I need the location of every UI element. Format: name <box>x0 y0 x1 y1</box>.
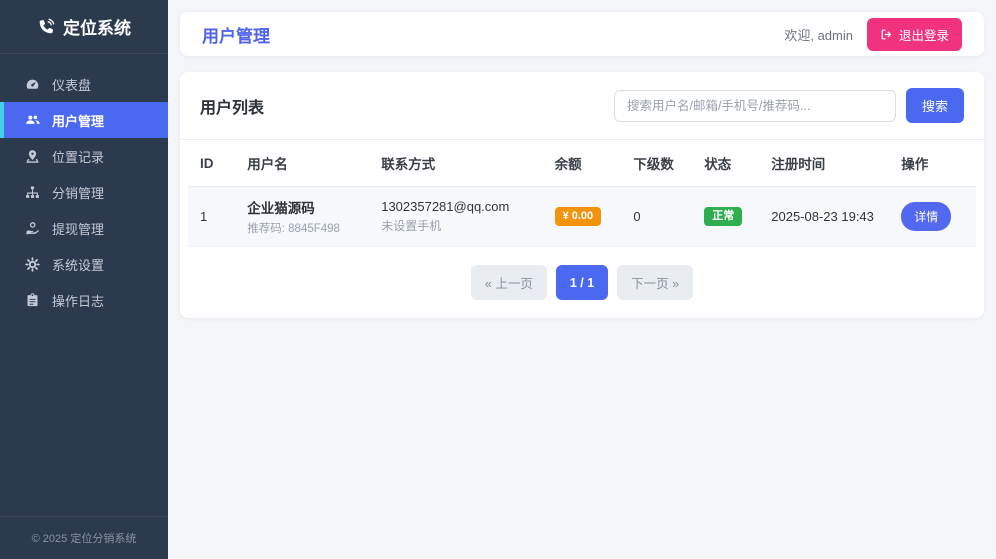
welcome-text: 欢迎, admin <box>784 27 853 43</box>
sidebar-item-label: 位置记录 <box>52 149 105 165</box>
map-marker-icon <box>26 149 39 163</box>
column-header-status: 状态 <box>692 140 760 187</box>
sidebar-item-label: 系统设置 <box>52 257 105 273</box>
cell-actions: 详情 <box>889 187 976 247</box>
gear-icon <box>25 256 40 272</box>
phone-text: 未设置手机 <box>381 219 442 233</box>
top-bar: 用户管理 欢迎, admin 退出登录 <box>180 12 984 56</box>
current-page-indicator[interactable]: 1 / 1 <box>555 265 609 300</box>
next-page-button[interactable]: 下一页 » <box>617 265 694 300</box>
column-header-subordinates: 下级数 <box>621 140 693 187</box>
cell-username: 企业猫源码 推荐码: 8845F498 <box>235 187 369 247</box>
pagination: « 上一页 1 / 1 下一页 » <box>180 265 984 300</box>
cell-status: 正常 <box>692 187 759 247</box>
hand-holding-money-icon <box>26 221 39 234</box>
topbar-right: 欢迎, admin 退出登录 <box>784 17 962 51</box>
sitemap-icon <box>26 186 39 198</box>
sidebar-item-distribution[interactable]: 分销管理 <box>0 174 168 210</box>
cell-subordinates: 0 <box>633 209 641 224</box>
status-badge: 正常 <box>704 207 743 226</box>
page-title: 用户管理 <box>202 26 270 46</box>
cell-contact: 1302357281@qq.com 未设置手机 <box>369 187 542 247</box>
sidebar-item-logs[interactable]: 操作日志 <box>0 282 168 318</box>
cell-registered: 2025-08-23 19:43 <box>771 209 874 224</box>
balance-badge: ¥ 0.00 <box>554 207 602 226</box>
search-group: 搜索 <box>613 88 964 123</box>
tachometer-icon <box>26 79 39 89</box>
column-header-id: ID <box>188 140 236 187</box>
cell-balance: ¥ 0.00 <box>543 187 622 247</box>
sidebar-item-label: 仪表盘 <box>52 77 92 93</box>
prev-page-button[interactable]: « 上一页 <box>470 265 547 300</box>
referral-code-text: 推荐码: 8845F498 <box>247 223 340 235</box>
phone-volume-icon <box>39 18 55 33</box>
sidebar-item-label: 用户管理 <box>52 113 105 129</box>
user-table: ID 用户名 联系方式 余额 下级数 状态 注册时间 操作 1 企业猫源码 推荐… <box>188 140 976 247</box>
user-list-card: 用户列表 搜索 ID 用户名 联系方式 余额 下级数 状态 注册时间 操作 <box>180 72 984 318</box>
column-header-registered: 注册时间 <box>759 140 890 187</box>
app-logo: 定位系统 <box>0 0 168 54</box>
search-button[interactable]: 搜索 <box>905 88 964 123</box>
main-content: 用户管理 欢迎, admin 退出登录 用户列表 搜索 ID 用户名 <box>168 0 996 559</box>
app-title: 定位系统 <box>63 19 131 38</box>
logout-label: 退出登录 <box>898 28 949 43</box>
table-header-row: ID 用户名 联系方式 余额 下级数 状态 注册时间 操作 <box>188 140 976 187</box>
sidebar-item-label: 提现管理 <box>52 221 105 237</box>
sidebar-item-users[interactable]: 用户管理 <box>0 102 168 138</box>
sidebar-item-label: 操作日志 <box>52 293 105 309</box>
sidebar-item-withdrawals[interactable]: 提现管理 <box>0 210 168 246</box>
sidebar-item-locations[interactable]: 位置记录 <box>0 138 168 174</box>
sidebar: 定位系统 仪表盘 用户管理 位置记录 分销管理 提现管理 系统设置 操作日志 ©… <box>0 0 168 559</box>
sidebar-item-settings[interactable]: 系统设置 <box>0 246 168 282</box>
sign-out-icon <box>881 29 892 39</box>
sidebar-nav: 仪表盘 用户管理 位置记录 分销管理 提现管理 系统设置 操作日志 <box>0 66 168 516</box>
table-row: 1 企业猫源码 推荐码: 8845F498 1302357281@qq.com … <box>188 186 976 247</box>
sidebar-footer: © 2025 定位分销系统 <box>0 516 168 559</box>
email-text: 1302357281@qq.com <box>381 199 510 214</box>
sidebar-item-label: 分销管理 <box>52 185 105 201</box>
detail-button[interactable]: 详情 <box>901 202 952 231</box>
card-title: 用户列表 <box>200 99 265 117</box>
logout-button[interactable]: 退出登录 <box>866 17 962 51</box>
search-input[interactable] <box>613 89 896 122</box>
clipboard-icon <box>27 292 38 306</box>
username-text: 企业猫源码 <box>247 201 315 216</box>
column-header-actions: 操作 <box>889 140 976 187</box>
column-header-username: 用户名 <box>235 140 370 187</box>
sidebar-item-dashboard[interactable]: 仪表盘 <box>0 66 168 102</box>
column-header-contact: 联系方式 <box>369 140 543 187</box>
users-icon <box>26 115 40 124</box>
card-header: 用户列表 搜索 <box>180 72 984 140</box>
column-header-balance: 余额 <box>542 140 622 187</box>
cell-id: 1 <box>200 209 208 224</box>
